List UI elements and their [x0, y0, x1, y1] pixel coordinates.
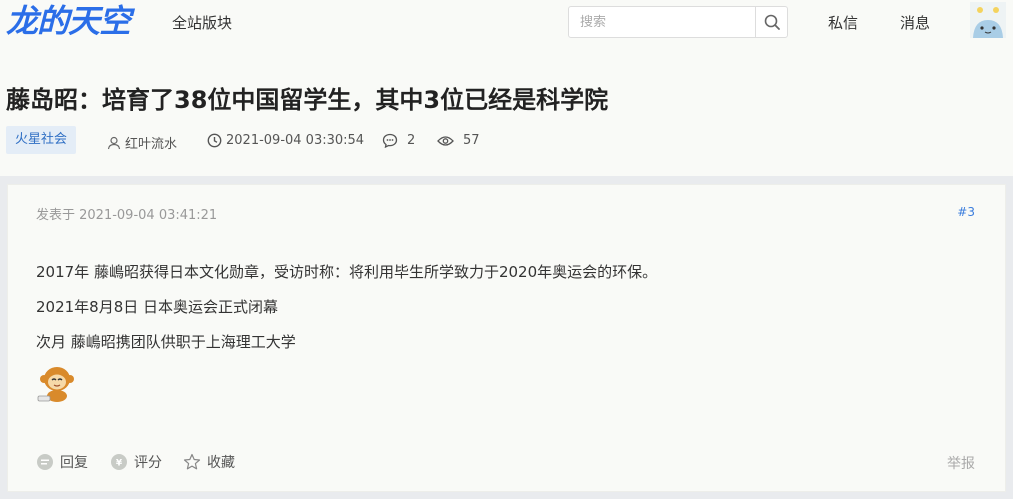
user-avatar[interactable]	[970, 2, 1006, 38]
post-line-3: 次月 藤嶋昭携团队供职于上海理工大学	[36, 333, 296, 351]
rate-label[interactable]: 评分	[134, 452, 162, 472]
post-datetime: 2021-09-04 03:30:54	[226, 133, 365, 148]
board-tag[interactable]: 火星社会	[6, 126, 77, 154]
search-input[interactable]	[569, 7, 755, 37]
user-icon	[107, 136, 121, 149]
author-meta[interactable]: 红叶流水	[107, 133, 177, 152]
site-logo[interactable]: 龙的天空	[6, 2, 131, 40]
star-icon	[183, 453, 201, 470]
floor-number[interactable]: #3	[957, 205, 975, 219]
rate-action[interactable]: ¥ 评分	[110, 452, 162, 472]
nav-private-messages[interactable]: 私信	[828, 12, 858, 33]
views-meta: 57	[437, 133, 480, 148]
favorite-label[interactable]: 收藏	[207, 452, 235, 472]
reply-action[interactable]: 回复	[36, 452, 88, 472]
nav-notifications[interactable]: 消息	[900, 12, 930, 33]
report-link[interactable]: 举报	[947, 453, 975, 473]
post-timestamp: 发表于 2021-09-04 03:41:21	[36, 208, 218, 223]
monkey-emoji-icon	[37, 367, 74, 402]
favorite-action[interactable]: 收藏	[183, 452, 235, 472]
search-box	[568, 6, 788, 38]
post-line-2: 2021年8月8日 日本奥运会正式闭幕	[36, 298, 279, 316]
top-navigation-bar: 龙的天空 全站版块 私信 消息	[0, 0, 1013, 56]
view-count: 57	[463, 133, 480, 148]
post-card: 发表于 2021-09-04 03:41:21 #3 2017年 藤嶋昭获得日本…	[7, 184, 1006, 492]
nav-all-boards[interactable]: 全站版块	[172, 12, 232, 33]
comment-icon	[382, 133, 398, 148]
thread-header: 藤岛昭：培育了38位中国留学生，其中3位已经是科学院 火星社会 红叶流水 202…	[0, 56, 1013, 176]
eye-icon	[437, 135, 454, 146]
thread-title: 藤岛昭：培育了38位中国留学生，其中3位已经是科学院	[6, 86, 609, 114]
avatar-cat-icon	[970, 2, 1006, 38]
post-line-1: 2017年 藤嶋昭获得日本文化勋章，受访时称：将利用毕生所学致力于2020年奥运…	[36, 263, 658, 281]
monkey-emoji	[36, 363, 78, 403]
reply-label[interactable]: 回复	[60, 452, 88, 472]
search-icon	[764, 14, 780, 30]
datetime-meta: 2021-09-04 03:30:54	[207, 133, 364, 148]
reply-count: 2	[407, 133, 416, 148]
author-name[interactable]: 红叶流水	[125, 133, 177, 152]
reply-icon	[37, 454, 53, 470]
rate-icon: ¥	[111, 454, 127, 470]
clock-icon	[207, 133, 222, 148]
search-button[interactable]	[755, 7, 787, 37]
svg-text:¥: ¥	[116, 459, 123, 469]
replies-meta: 2	[382, 133, 415, 148]
